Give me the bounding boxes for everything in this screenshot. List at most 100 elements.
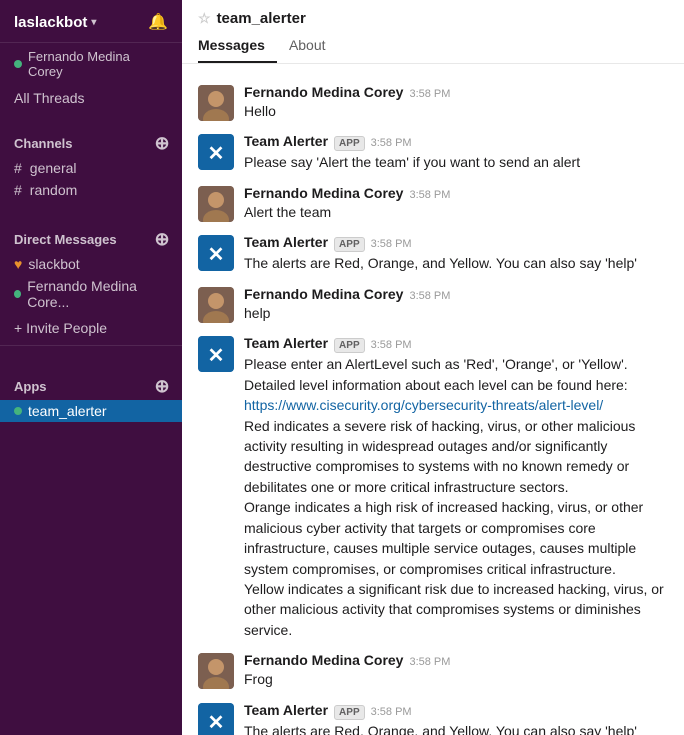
message-group: ✕ Team Alerter APP 3:58 PM The alerts ar… bbox=[182, 698, 684, 735]
current-user-name: Fernando Medina Corey bbox=[28, 49, 168, 79]
message-time: 3:58 PM bbox=[371, 706, 412, 718]
app-active-dot bbox=[14, 407, 22, 415]
app-badge: APP bbox=[334, 705, 365, 720]
star-icon[interactable]: ☆ bbox=[198, 10, 211, 27]
svg-text:✕: ✕ bbox=[208, 143, 225, 165]
sidebar-item-fernando[interactable]: Fernando Medina Core... bbox=[0, 275, 182, 313]
message-content: Fernando Medina Corey 3:58 PM Alert the … bbox=[244, 185, 668, 222]
message-group: ✕ Team Alerter APP 3:58 PM The alerts ar… bbox=[182, 230, 684, 277]
avatar: ✕ bbox=[198, 703, 234, 735]
invite-people-item[interactable]: + Invite People bbox=[0, 317, 182, 339]
channels-header: Channels ⊕ bbox=[0, 125, 182, 157]
message-author: Fernando Medina Corey bbox=[244, 84, 403, 100]
avatar: ✕ bbox=[198, 336, 234, 372]
message-author: Team Alerter bbox=[244, 133, 328, 149]
add-app-icon[interactable]: ⊕ bbox=[152, 376, 172, 396]
message-header: Fernando Medina Corey 3:58 PM bbox=[244, 286, 668, 302]
message-author: Team Alerter bbox=[244, 702, 328, 718]
app-badge: APP bbox=[334, 237, 365, 252]
channel-hash: # bbox=[14, 182, 22, 198]
sidebar-item-team-alerter[interactable]: team_alerter bbox=[0, 400, 182, 422]
online-dot bbox=[14, 290, 21, 298]
channel-name-general: general bbox=[30, 160, 77, 176]
message-author: Fernando Medina Corey bbox=[244, 652, 403, 668]
message-content: Team Alerter APP 3:58 PM The alerts are … bbox=[244, 234, 668, 273]
avatar bbox=[198, 287, 234, 323]
add-dm-icon[interactable]: ⊕ bbox=[152, 229, 172, 249]
invite-people-label: + Invite People bbox=[14, 320, 107, 336]
channel-hash: # bbox=[14, 160, 22, 176]
sidebar-divider bbox=[0, 345, 182, 346]
message-group: ✕ Team Alerter APP 3:58 PM Please enter … bbox=[182, 331, 684, 644]
workspace-header: laslackbot ▾ 🔔 bbox=[0, 0, 182, 43]
sidebar-item-all-threads[interactable]: All Threads bbox=[0, 87, 182, 109]
message-group: ✕ Team Alerter APP 3:58 PM Please say 'A… bbox=[182, 129, 684, 176]
message-text: help bbox=[244, 303, 668, 323]
tab-about[interactable]: About bbox=[277, 33, 338, 63]
message-group: Fernando Medina Corey 3:58 PM Alert the … bbox=[182, 181, 684, 226]
app-badge: APP bbox=[334, 338, 365, 353]
message-author: Team Alerter bbox=[244, 335, 328, 351]
dm-label: Direct Messages bbox=[14, 232, 117, 247]
message-header: Team Alerter APP 3:58 PM bbox=[244, 133, 668, 151]
header-tabs: Messages About bbox=[198, 33, 668, 63]
sidebar: laslackbot ▾ 🔔 Fernando Medina Corey All… bbox=[0, 0, 182, 735]
message-time: 3:58 PM bbox=[409, 290, 450, 302]
message-group: Fernando Medina Corey 3:58 PM Frog bbox=[182, 648, 684, 693]
message-content: Fernando Medina Corey 3:58 PM Frog bbox=[244, 652, 668, 689]
message-time: 3:58 PM bbox=[371, 238, 412, 250]
message-text: Frog bbox=[244, 669, 668, 689]
workspace-name-text: laslackbot bbox=[14, 14, 87, 31]
sidebar-item-general[interactable]: # general bbox=[0, 157, 182, 179]
main-header: ☆ team_alerter Messages About bbox=[182, 0, 684, 64]
sidebar-item-random[interactable]: # random bbox=[0, 179, 182, 201]
channel-title: ☆ team_alerter bbox=[198, 10, 668, 27]
message-header: Team Alerter APP 3:58 PM bbox=[244, 234, 668, 252]
alert-level-link[interactable]: https://www.cisecurity.org/cybersecurity… bbox=[244, 397, 603, 413]
workspace-name[interactable]: laslackbot ▾ bbox=[14, 14, 96, 31]
message-content: Team Alerter APP 3:58 PM The alerts are … bbox=[244, 702, 668, 735]
message-time: 3:58 PM bbox=[409, 88, 450, 100]
channel-name-random: random bbox=[30, 182, 77, 198]
bell-icon[interactable]: 🔔 bbox=[148, 12, 168, 32]
tab-messages[interactable]: Messages bbox=[198, 33, 277, 63]
message-content: Fernando Medina Corey 3:58 PM help bbox=[244, 286, 668, 323]
message-text: Please say 'Alert the team' if you want … bbox=[244, 152, 668, 172]
message-text: The alerts are Red, Orange, and Yellow. … bbox=[244, 253, 668, 273]
apps-header: Apps ⊕ bbox=[0, 368, 182, 400]
dm-name-slackbot: slackbot bbox=[28, 256, 79, 272]
dm-name-fernando: Fernando Medina Core... bbox=[27, 278, 168, 310]
message-group: Fernando Medina Corey 3:58 PM Hello bbox=[182, 80, 684, 125]
message-author: Fernando Medina Corey bbox=[244, 286, 403, 302]
svg-text:✕: ✕ bbox=[208, 712, 225, 734]
avatar bbox=[198, 85, 234, 121]
message-header: Fernando Medina Corey 3:58 PM bbox=[244, 185, 668, 201]
message-text: The alerts are Red, Orange, and Yellow. … bbox=[244, 721, 668, 735]
user-status: Fernando Medina Corey bbox=[0, 43, 182, 87]
online-status-dot bbox=[14, 60, 22, 68]
heart-icon: ♥ bbox=[14, 256, 22, 272]
channels-label: Channels bbox=[14, 136, 73, 151]
message-author: Team Alerter bbox=[244, 234, 328, 250]
main-panel: ☆ team_alerter Messages About Fernando M… bbox=[182, 0, 684, 735]
message-group: Fernando Medina Corey 3:58 PM help bbox=[182, 282, 684, 327]
message-time: 3:58 PM bbox=[371, 137, 412, 149]
app-badge: APP bbox=[334, 136, 365, 151]
avatar bbox=[198, 653, 234, 689]
add-channel-icon[interactable]: ⊕ bbox=[152, 133, 172, 153]
message-time: 3:58 PM bbox=[371, 339, 412, 351]
avatar: ✕ bbox=[198, 134, 234, 170]
message-content: Team Alerter APP 3:58 PM Please say 'Ale… bbox=[244, 133, 668, 172]
app-name-team-alerter: team_alerter bbox=[28, 403, 107, 419]
channels-section: Channels ⊕ # general # random bbox=[0, 109, 182, 205]
sidebar-item-slackbot[interactable]: ♥ slackbot bbox=[0, 253, 182, 275]
message-time: 3:58 PM bbox=[409, 189, 450, 201]
message-time: 3:58 PM bbox=[409, 656, 450, 668]
message-text: Please enter an AlertLevel such as 'Red'… bbox=[244, 354, 668, 640]
message-header: Team Alerter APP 3:58 PM bbox=[244, 335, 668, 353]
message-header: Fernando Medina Corey 3:58 PM bbox=[244, 652, 668, 668]
avatar: ✕ bbox=[198, 235, 234, 271]
channel-title-text: team_alerter bbox=[217, 10, 306, 27]
message-content: Team Alerter APP 3:58 PM Please enter an… bbox=[244, 335, 668, 640]
apps-label: Apps bbox=[14, 379, 47, 394]
